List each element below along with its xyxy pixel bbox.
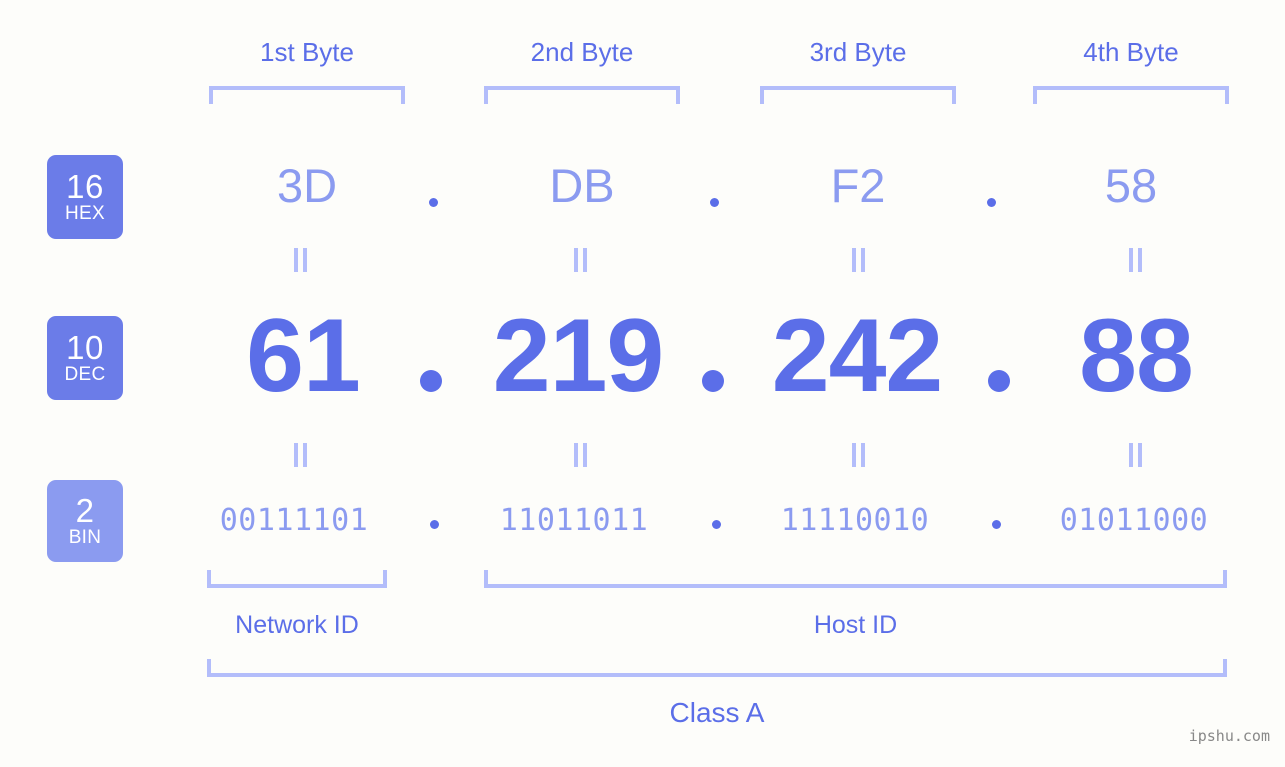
bin-octet-1: 00111101 bbox=[196, 501, 392, 541]
hex-octet-1: 3D bbox=[209, 156, 405, 216]
bin-separator-dot-2 bbox=[712, 520, 721, 529]
network-id-text: Network ID bbox=[235, 611, 359, 639]
equals-mark-dec-bin-4 bbox=[1128, 443, 1143, 467]
byte-header-label: 2nd Byte bbox=[530, 37, 634, 67]
equals-mark-hex-dec-2 bbox=[573, 248, 588, 272]
hex-octet-value: F2 bbox=[830, 159, 886, 212]
watermark: ipshu.com bbox=[1189, 727, 1270, 745]
equals-mark-hex-dec-4 bbox=[1128, 248, 1143, 272]
dec-base-number: 10 bbox=[66, 329, 104, 366]
byte-bracket-2 bbox=[484, 86, 680, 104]
byte-header-4: 4th Byte bbox=[1033, 34, 1229, 70]
hex-base-number: 16 bbox=[66, 168, 104, 205]
host-id-label: Host ID bbox=[484, 609, 1227, 641]
dec-octet-value: 242 bbox=[771, 298, 944, 414]
equals-mark-dec-bin-1 bbox=[293, 443, 308, 467]
dec-separator-dot-3 bbox=[988, 370, 1010, 392]
ip-address-diagram: 1st Byte 2nd Byte 3rd Byte 4th Byte 16 H… bbox=[0, 0, 1285, 767]
bin-octet-4: 01011000 bbox=[1036, 501, 1232, 541]
hex-separator-dot-2 bbox=[710, 198, 719, 207]
equals-mark-hex-dec-3 bbox=[851, 248, 866, 272]
equals-mark-hex-dec-1 bbox=[293, 248, 308, 272]
dec-separator-dot-2 bbox=[702, 370, 724, 392]
hex-octet-3: F2 bbox=[760, 156, 956, 216]
byte-bracket-1 bbox=[209, 86, 405, 104]
bin-base-name: BIN bbox=[68, 527, 102, 548]
host-id-bracket bbox=[484, 570, 1227, 588]
byte-header-3: 3rd Byte bbox=[760, 34, 956, 70]
dec-base-name: DEC bbox=[64, 364, 106, 385]
equals-mark-dec-bin-2 bbox=[573, 443, 588, 467]
hex-octet-value: 58 bbox=[1104, 159, 1158, 212]
dec-base-badge: 10 DEC bbox=[47, 316, 123, 400]
hex-octet-4: 58 bbox=[1033, 156, 1229, 216]
network-id-label: Network ID bbox=[207, 609, 387, 641]
hex-base-name: HEX bbox=[65, 203, 105, 224]
byte-header-label: 4th Byte bbox=[1083, 37, 1179, 67]
bin-octet-value: 01011000 bbox=[1059, 503, 1209, 538]
ip-class-text: Class A bbox=[669, 697, 765, 728]
bin-separator-dot-1 bbox=[430, 520, 439, 529]
dec-octet-value: 61 bbox=[246, 298, 361, 414]
hex-base-badge: 16 HEX bbox=[47, 155, 123, 239]
dec-octet-1: 61 bbox=[205, 301, 401, 411]
dec-octet-4: 88 bbox=[1038, 301, 1234, 411]
dec-octet-3: 242 bbox=[757, 301, 957, 411]
byte-header-1: 1st Byte bbox=[209, 34, 405, 70]
bin-separator-dot-3 bbox=[992, 520, 1001, 529]
byte-header-label: 1st Byte bbox=[260, 37, 354, 67]
byte-bracket-4 bbox=[1033, 86, 1229, 104]
equals-mark-dec-bin-3 bbox=[851, 443, 866, 467]
bin-octet-value: 00111101 bbox=[219, 503, 369, 538]
bin-base-badge: 2 BIN bbox=[47, 480, 123, 562]
ip-class-bracket bbox=[207, 659, 1227, 677]
byte-header-label: 3rd Byte bbox=[809, 37, 907, 67]
host-id-text: Host ID bbox=[813, 611, 898, 639]
dec-octet-value: 219 bbox=[492, 298, 665, 414]
bin-octet-value: 11110010 bbox=[780, 503, 930, 538]
bin-octet-value: 11011011 bbox=[499, 503, 649, 538]
bin-octet-2: 11011011 bbox=[476, 501, 672, 541]
hex-separator-dot-3 bbox=[987, 198, 996, 207]
watermark-text: ipshu.com bbox=[1188, 727, 1270, 745]
network-id-bracket bbox=[207, 570, 387, 588]
hex-octet-value: 3D bbox=[276, 159, 338, 212]
ip-class-label: Class A bbox=[207, 695, 1227, 731]
bin-base-number: 2 bbox=[75, 492, 95, 529]
hex-octet-2: DB bbox=[484, 156, 680, 216]
hex-octet-value: DB bbox=[549, 159, 615, 212]
dec-separator-dot-1 bbox=[420, 370, 442, 392]
byte-bracket-3 bbox=[760, 86, 956, 104]
dec-octet-2: 219 bbox=[478, 301, 678, 411]
bin-octet-3: 11110010 bbox=[757, 501, 953, 541]
hex-separator-dot-1 bbox=[429, 198, 438, 207]
dec-octet-value: 88 bbox=[1079, 298, 1194, 414]
byte-header-2: 2nd Byte bbox=[484, 34, 680, 70]
